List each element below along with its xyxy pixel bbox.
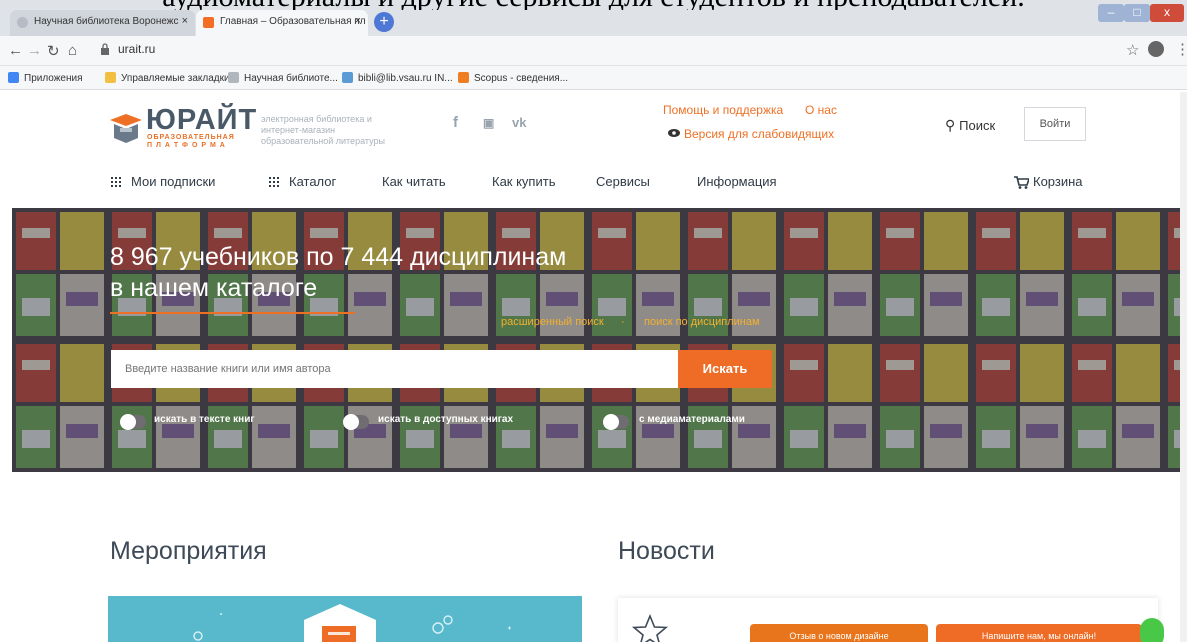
forward-icon[interactable]: → bbox=[27, 42, 42, 59]
bookmark-library[interactable]: Научная библиоте... bbox=[228, 72, 338, 84]
youtube-icon[interactable]: ▣ bbox=[483, 116, 494, 130]
events-card[interactable] bbox=[108, 596, 582, 642]
hero-banner: 8 967 учебников по 7 444 дисциплинам в н… bbox=[12, 208, 1186, 472]
toggle-search-available[interactable] bbox=[343, 414, 369, 430]
nav-services[interactable]: Сервисы bbox=[596, 174, 650, 189]
back-icon[interactable]: ← bbox=[8, 42, 23, 59]
close-tab-icon[interactable]: × bbox=[182, 15, 188, 27]
close-tab-icon[interactable]: × bbox=[355, 15, 361, 27]
events-illustration bbox=[193, 604, 511, 642]
scopus-icon bbox=[458, 72, 469, 83]
header-search-label: Поиск bbox=[959, 118, 996, 133]
header-search-button[interactable]: ⚲ Поиск bbox=[945, 117, 995, 134]
main-nav: Мои подписки Каталог Как читать Как купи… bbox=[0, 174, 1187, 194]
feedback-button[interactable]: Отзыв о новом дизайне bbox=[750, 624, 928, 642]
nav-how-to-read[interactable]: Как читать bbox=[382, 174, 446, 189]
hero-title-line: 8 967 учебников по 7 444 дисциплинам bbox=[110, 243, 567, 271]
online-chat-button[interactable]: Напишите нам, мы онлайн! bbox=[936, 624, 1142, 642]
library-icon bbox=[228, 72, 239, 83]
browser-menu-icon[interactable]: ⋮ bbox=[1175, 40, 1187, 58]
nav-how-to-buy[interactable]: Как купить bbox=[492, 174, 555, 189]
home-icon[interactable]: ⌂ bbox=[68, 42, 77, 59]
toggle-knob bbox=[120, 414, 136, 430]
site-tagline: электронная библиотека и интернет-магази… bbox=[261, 114, 385, 146]
chat-status-indicator[interactable] bbox=[1140, 618, 1164, 642]
mail-icon bbox=[342, 72, 353, 83]
reload-icon[interactable]: ↻ bbox=[47, 42, 60, 60]
login-button[interactable]: Войти bbox=[1024, 107, 1086, 141]
about-link[interactable]: О нас bbox=[805, 103, 837, 117]
advanced-search-link[interactable]: расширенный поиск bbox=[501, 316, 604, 328]
grid-icon bbox=[268, 176, 279, 187]
events-heading: Мероприятия bbox=[110, 537, 267, 565]
nav-cart[interactable]: Корзина bbox=[1033, 174, 1083, 189]
vk-icon[interactable]: vk bbox=[512, 115, 526, 130]
toggle-knob bbox=[603, 414, 619, 430]
tab-label: Научная библиотека Воронежс bbox=[34, 16, 179, 27]
overlay-caption: аудиоматериалы и другие сервисы для студ… bbox=[0, 0, 1187, 10]
library-favicon-icon bbox=[17, 17, 28, 28]
low-vision-link[interactable]: Версия для слабовидящих bbox=[684, 127, 834, 141]
hero-title-line: в нашем каталоге bbox=[110, 274, 318, 302]
bookmark-apps[interactable]: Приложения bbox=[8, 72, 83, 84]
logo-wordmark[interactable]: ЮРАЙТ bbox=[146, 104, 257, 137]
folder-icon bbox=[105, 72, 116, 83]
toggle-with-media[interactable] bbox=[603, 414, 629, 430]
new-tab-button[interactable]: + bbox=[374, 12, 394, 32]
hero-divider bbox=[110, 312, 355, 314]
bookmark-scopus[interactable]: Scopus - сведения... bbox=[458, 72, 568, 84]
nav-my-subscriptions[interactable]: Мои подписки bbox=[110, 174, 215, 189]
bookmark-star-icon[interactable]: ☆ bbox=[1126, 41, 1139, 59]
grid-icon bbox=[110, 176, 121, 187]
toggle-search-in-text[interactable] bbox=[120, 414, 146, 430]
logo-subtitle-line: ОБРАЗОВАТЕЛЬНАЯ bbox=[147, 134, 235, 141]
cart-icon[interactable] bbox=[1014, 176, 1029, 189]
search-icon: ⚲ bbox=[945, 117, 960, 133]
hero-title: 8 967 учебников по 7 444 дисциплинам в н… bbox=[110, 242, 566, 304]
toggle-knob bbox=[343, 414, 359, 430]
toggle-label: с медиаматериалами bbox=[639, 414, 745, 425]
discipline-search-link[interactable]: поиск по дисциплинам bbox=[644, 316, 760, 328]
link-separator: · bbox=[621, 316, 625, 328]
toggle-label: искать в доступных книгах bbox=[378, 414, 514, 425]
account-icon[interactable] bbox=[1148, 41, 1164, 57]
search-submit-button[interactable]: Искать bbox=[678, 350, 772, 388]
book-search-input[interactable] bbox=[111, 350, 679, 388]
star-icon bbox=[631, 613, 669, 642]
tab-urait[interactable]: Главная – Образовательная пл × bbox=[196, 10, 368, 36]
logo-subtitle-line: П Л А Т Ф О Р М А bbox=[147, 142, 226, 149]
bookmark-managed[interactable]: Управляемые закладки bbox=[105, 72, 230, 84]
tab-label: Главная – Образовательная пл bbox=[220, 16, 366, 27]
bookmark-mail[interactable]: bibli@lib.vsau.ru IN... bbox=[342, 72, 453, 84]
help-support-link[interactable]: Помощь и поддержка bbox=[663, 103, 783, 117]
facebook-icon[interactable]: f bbox=[453, 114, 458, 131]
screenshot: Научная библиотека Воронежс × Главная – … bbox=[0, 0, 1187, 642]
bookmarks-bar: Приложения Управляемые закладки Научная … bbox=[0, 66, 1187, 90]
toggle-label: искать в тексте книг bbox=[154, 414, 255, 425]
browser-toolbar: ← → ↻ ⌂ urait.ru ☆ ⋮ bbox=[0, 36, 1187, 66]
page-scrollbar[interactable] bbox=[1180, 92, 1187, 642]
nav-information[interactable]: Информация bbox=[697, 174, 777, 189]
lock-icon bbox=[101, 43, 109, 55]
logo-subtitle: ОБРАЗОВАТЕЛЬНАЯ П Л А Т Ф О Р М А bbox=[147, 134, 235, 150]
eye-icon bbox=[668, 129, 680, 137]
address-bar[interactable]: urait.ru bbox=[118, 42, 155, 56]
urait-logo-icon[interactable] bbox=[108, 112, 144, 144]
tab-library[interactable]: Научная библиотека Воронежс × bbox=[10, 10, 195, 36]
nav-catalog[interactable]: Каталог bbox=[268, 174, 336, 189]
apps-grid-icon bbox=[8, 72, 19, 83]
urait-favicon-icon bbox=[203, 17, 214, 28]
news-heading: Новости bbox=[618, 537, 715, 565]
